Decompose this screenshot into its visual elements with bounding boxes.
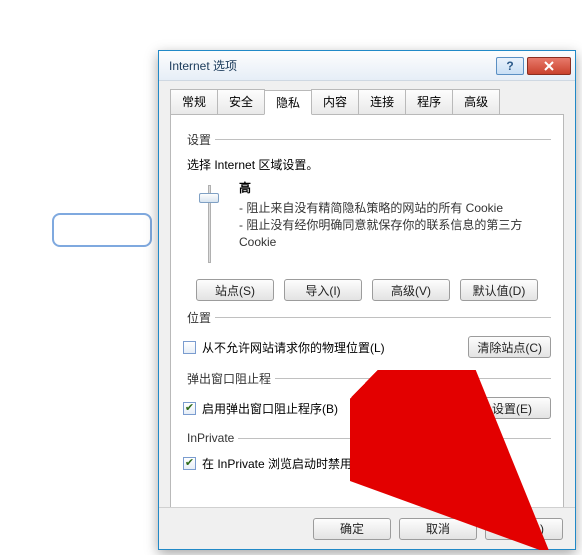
settings-group: 设置 选择 Internet 区域设置。 高 - 阻止来自没有精简隐私策略的网站…	[183, 131, 551, 301]
popup-blocker-group: 弹出窗口阻止程 启用弹出窗口阻止程序(B) 设置(E)	[183, 370, 551, 423]
window-title: Internet 选项	[169, 57, 493, 74]
cancel-button[interactable]: 取消	[399, 518, 477, 540]
tab-privacy[interactable]: 隐私	[264, 90, 312, 115]
tab-advanced[interactable]: 高级	[452, 89, 500, 114]
tab-connections[interactable]: 连接	[358, 89, 406, 114]
privacy-description: - 阻止来自没有精简隐私策略的网站的所有 Cookie - 阻止没有经你明确同意…	[239, 200, 551, 250]
privacy-slider[interactable]	[191, 179, 227, 269]
advanced-button[interactable]: 高级(V)	[372, 279, 450, 301]
tab-strip: 常规 安全 隐私 内容 连接 程序 高级	[170, 89, 564, 115]
help-button[interactable]: ?	[496, 57, 524, 75]
never-allow-location-label: 从不允许网站请求你的物理位置(L)	[202, 339, 385, 356]
apply-button[interactable]: 应用(A)	[485, 518, 563, 540]
dialog-footer: 确定 取消 应用(A)	[159, 507, 575, 549]
enable-popup-blocker-label: 启用弹出窗口阻止程序(B)	[202, 400, 338, 417]
inprivate-legend: InPrivate	[183, 431, 238, 445]
internet-options-dialog: Internet 选项 ? 常规 安全 隐私 内容 连接 程序 高级 设置 选择…	[158, 50, 576, 550]
close-icon	[543, 61, 555, 71]
sites-button[interactable]: 站点(S)	[196, 279, 274, 301]
import-button[interactable]: 导入(I)	[284, 279, 362, 301]
bullet-2: - 阻止没有经你明确同意就保存你的联系信息的第三方 Cookie	[239, 217, 551, 251]
location-group: 位置 从不允许网站请求你的物理位置(L) 清除站点(C)	[183, 309, 551, 362]
location-legend: 位置	[183, 309, 215, 326]
background-shape	[52, 213, 152, 247]
inprivate-disable-toolbars-checkbox[interactable]	[183, 457, 196, 470]
tab-general[interactable]: 常规	[170, 89, 218, 114]
tab-security[interactable]: 安全	[217, 89, 265, 114]
default-button[interactable]: 默认值(D)	[460, 279, 538, 301]
tab-programs[interactable]: 程序	[405, 89, 453, 114]
inprivate-group: InPrivate 在 InPrivate 浏览启动时禁用工具栏和扩展(T)	[183, 431, 551, 476]
bullet-1: - 阻止来自没有精简隐私策略的网站的所有 Cookie	[239, 200, 551, 217]
clear-sites-button[interactable]: 清除站点(C)	[468, 336, 551, 358]
popup-legend: 弹出窗口阻止程	[183, 370, 275, 387]
privacy-panel: 设置 选择 Internet 区域设置。 高 - 阻止来自没有精简隐私策略的网站…	[170, 115, 564, 513]
titlebar[interactable]: Internet 选项 ?	[159, 51, 575, 81]
enable-popup-blocker-checkbox[interactable]	[183, 402, 196, 415]
popup-settings-button[interactable]: 设置(E)	[473, 397, 551, 419]
tab-content[interactable]: 内容	[311, 89, 359, 114]
settings-intro: 选择 Internet 区域设置。	[187, 156, 551, 173]
inprivate-disable-toolbars-label: 在 InPrivate 浏览启动时禁用工具栏和扩展(T)	[202, 455, 439, 472]
slider-thumb[interactable]	[199, 193, 219, 203]
slider-level-label: 高	[239, 179, 551, 196]
close-button[interactable]	[527, 57, 571, 75]
settings-legend: 设置	[183, 131, 215, 148]
never-allow-location-checkbox[interactable]	[183, 341, 196, 354]
ok-button[interactable]: 确定	[313, 518, 391, 540]
